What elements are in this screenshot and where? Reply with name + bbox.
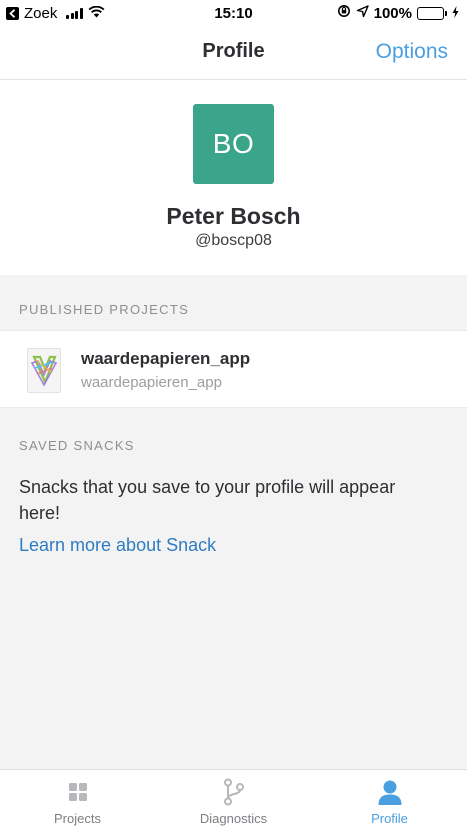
tab-projects-label: Projects (54, 811, 101, 826)
published-projects-header: PUBLISHED PROJECTS (19, 302, 190, 317)
saved-snacks-header: SAVED SNACKS (19, 438, 135, 453)
tab-diagnostics[interactable]: Diagnostics (156, 770, 311, 830)
saved-snacks-empty-message: Snacks that you save to your profile wil… (19, 477, 396, 523)
options-button[interactable]: Options (376, 40, 448, 64)
back-to-app-icon[interactable] (6, 6, 19, 20)
tab-projects[interactable]: Projects (0, 770, 155, 830)
grid-icon (65, 779, 91, 805)
back-app-label[interactable]: Zoek (24, 5, 57, 22)
status-bar: Zoek 15:10 100% (0, 0, 467, 26)
orientation-lock-icon (337, 4, 351, 22)
git-branch-icon (221, 778, 247, 806)
project-subtitle: waardepapieren_app (81, 374, 222, 391)
person-icon (377, 779, 403, 805)
charging-bolt-icon (452, 5, 459, 22)
status-bar-left: Zoek (6, 5, 105, 22)
profile-username: @boscp08 (195, 232, 272, 249)
tab-profile-label: Profile (371, 811, 408, 826)
learn-more-link[interactable]: Learn more about Snack (19, 535, 216, 556)
wifi-icon (88, 5, 105, 22)
project-app-icon (27, 348, 61, 393)
cellular-signal-icon (66, 7, 83, 19)
avatar: BO (193, 104, 274, 184)
battery-percentage: 100% (373, 4, 412, 22)
location-arrow-icon (356, 4, 369, 22)
tab-diagnostics-label: Diagnostics (199, 811, 268, 826)
navigation-bar: Profile Options (0, 26, 467, 80)
profile-header: BO Peter Bosch @boscp08 (0, 80, 467, 275)
status-bar-right: 100% (337, 4, 459, 22)
tab-bar: Projects Diagnostics Profile (0, 769, 467, 830)
battery-icon (417, 6, 447, 20)
list-item[interactable]: waardepapieren_app waardepapieren_app (0, 330, 467, 408)
project-title: waardepapieren_app (81, 349, 251, 368)
profile-name: Peter Bosch (166, 203, 301, 229)
tab-profile[interactable]: Profile (312, 770, 467, 830)
